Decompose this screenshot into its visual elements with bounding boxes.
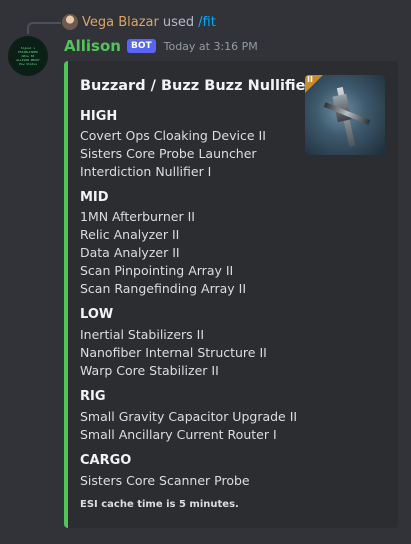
slot-item: Data Analyzer II <box>80 245 180 260</box>
section-heading-mid: MID <box>80 190 109 205</box>
reply-command[interactable]: /fit <box>198 15 216 30</box>
slot-item: 1MN Afterburner II <box>80 209 195 224</box>
slot-item: Inertial Stabilizers II <box>80 327 205 342</box>
slot-item: Relic Analyzer II <box>80 227 180 242</box>
slot-item: Small Ancillary Current Router I <box>80 427 277 442</box>
fit-embed: Buzzard / Buzz Buzz Nullified II HIGH Co… <box>64 61 398 528</box>
reply-avatar[interactable] <box>62 14 78 30</box>
avatar-text-5: Pow Status <box>18 62 38 66</box>
slot-item: Nanofiber Internal Structure II <box>80 345 267 360</box>
embed-footer: ESI cache time is 5 minutes. <box>80 499 239 510</box>
message-header: Allison BOT Today at 3:16 PM <box>64 37 258 55</box>
cargo-item: Sisters Core Scanner Probe <box>80 473 250 488</box>
slot-item: Sisters Core Probe Launcher <box>80 146 257 161</box>
ship-thumbnail[interactable]: II <box>305 75 385 155</box>
reply-connector <box>27 22 61 34</box>
message-timestamp[interactable]: Today at 3:16 PM <box>164 40 258 53</box>
bot-avatar[interactable]: Signal v ESTABLISHED mPow 83 ALLISON REA… <box>8 36 48 76</box>
slot-item: Warp Core Stabilizer II <box>80 363 219 378</box>
bot-badge: BOT <box>126 39 156 53</box>
slot-item: Covert Ops Cloaking Device II <box>80 128 266 143</box>
slot-item: Interdiction Nullifier I <box>80 164 212 179</box>
slot-item: Small Gravity Capacitor Upgrade II <box>80 409 298 424</box>
section-heading-cargo: CARGO <box>80 453 132 468</box>
reply-reference[interactable]: Vega Blazar used /fit <box>62 14 216 30</box>
author-username[interactable]: Allison <box>64 37 121 55</box>
section-heading-low: LOW <box>80 307 114 322</box>
tech-badge-label: II <box>307 75 313 84</box>
slot-item: Scan Rangefinding Array II <box>80 281 247 296</box>
embed-title: Buzzard / Buzz Buzz Nullified <box>80 78 316 94</box>
section-heading-rig: RIG <box>80 389 106 404</box>
slot-item: Scan Pinpointing Array II <box>80 263 234 278</box>
section-heading-high: HIGH <box>80 109 118 124</box>
reply-username[interactable]: Vega Blazar <box>82 15 159 30</box>
reply-used-text: used <box>162 14 195 30</box>
